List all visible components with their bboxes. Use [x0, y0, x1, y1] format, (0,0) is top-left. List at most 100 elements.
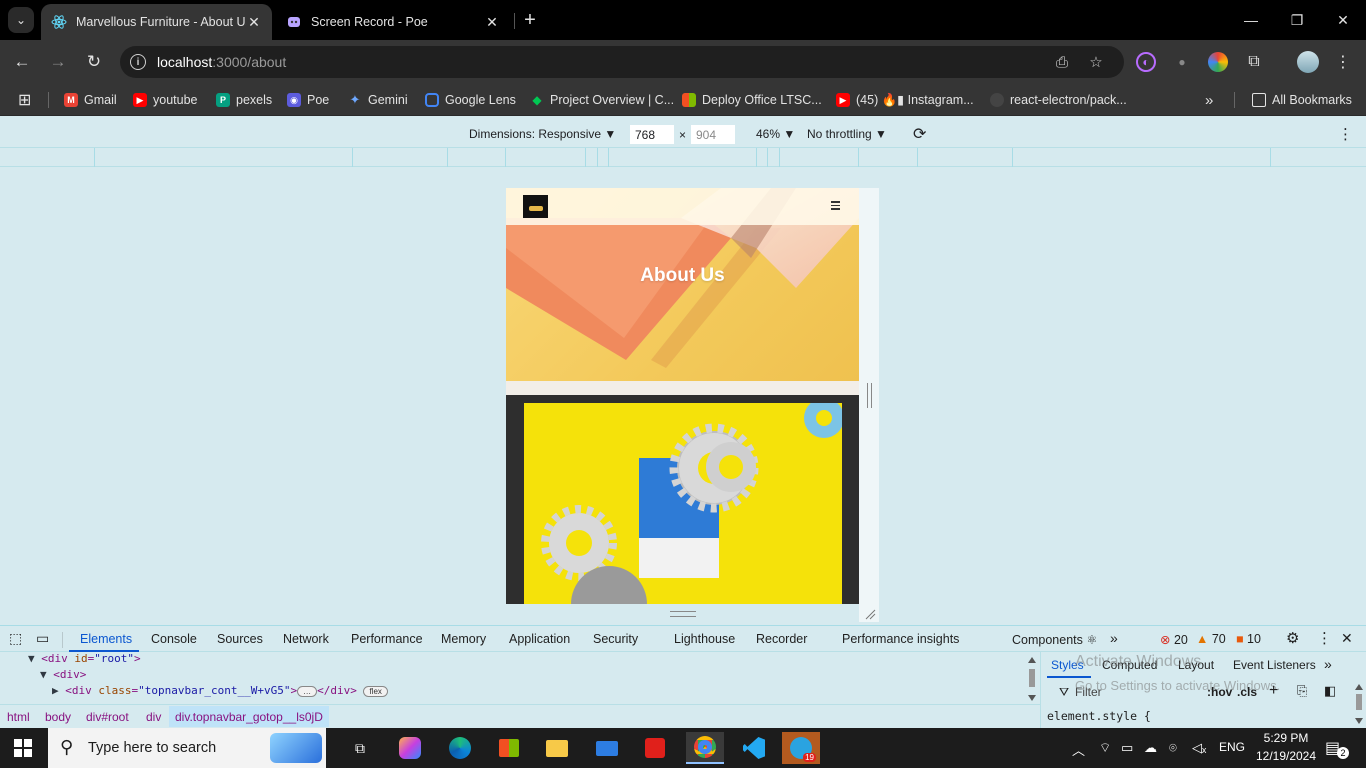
- site-info-icon[interactable]: i: [130, 54, 146, 70]
- emulated-viewport[interactable]: About Us: [506, 188, 859, 604]
- more-vertical-icon[interactable]: ⋮: [1338, 125, 1353, 143]
- device-toggle-icon[interactable]: ▭: [36, 630, 49, 647]
- tab-search-button[interactable]: ⌄: [8, 7, 34, 33]
- rotate-icon[interactable]: ⟳: [913, 124, 926, 144]
- add-rule-icon[interactable]: +: [1269, 682, 1278, 700]
- file-explorer-icon[interactable]: [538, 732, 576, 764]
- bookmark-poe[interactable]: ◉ Poe: [287, 92, 329, 108]
- hamburger-menu-icon[interactable]: [831, 201, 840, 210]
- close-devtools-icon[interactable]: ✕: [1341, 630, 1353, 647]
- tab-lighthouse[interactable]: Lighthouse: [674, 632, 735, 646]
- dimensions-dropdown[interactable]: Dimensions: Responsive ▼: [469, 127, 616, 141]
- tab-memory[interactable]: Memory: [441, 632, 486, 646]
- apps-grid-icon[interactable]: ⊞: [18, 92, 31, 109]
- puzzle-icon[interactable]: ⧉: [1244, 52, 1264, 72]
- bookmark-youtube[interactable]: ▶ youtube: [133, 92, 197, 108]
- more-vertical-icon[interactable]: ⋮: [1317, 629, 1332, 647]
- more-bookmarks-chevron-icon[interactable]: »: [1205, 92, 1213, 109]
- all-bookmarks[interactable]: All Bookmarks: [1252, 92, 1352, 108]
- bookmark-gemini[interactable]: ✦ Gemini: [348, 92, 408, 108]
- dom-node-div[interactable]: ▼ <div>: [40, 668, 86, 681]
- media-query-ruler[interactable]: [0, 148, 1366, 167]
- elements-scrollbar[interactable]: [1026, 655, 1038, 703]
- error-count-badge[interactable]: ⊗ 20: [1160, 632, 1188, 647]
- battery-icon[interactable]: ▭: [1121, 740, 1133, 756]
- tab-console[interactable]: Console: [151, 632, 197, 646]
- tab-elements[interactable]: Elements: [80, 632, 132, 646]
- extension-icon[interactable]: ◐: [1136, 52, 1156, 72]
- settings-gear-icon[interactable]: ⚙: [1286, 629, 1299, 647]
- tab-components[interactable]: Components ⚛: [1012, 632, 1098, 647]
- breadcrumb-div[interactable]: div: [146, 710, 161, 724]
- tab-application[interactable]: Application: [509, 632, 570, 646]
- inspect-element-icon[interactable]: ⬚: [9, 630, 22, 647]
- language-indicator[interactable]: ENG: [1219, 740, 1245, 754]
- more-subtabs-chevron-icon[interactable]: »: [1324, 656, 1332, 672]
- task-view-icon[interactable]: ⧉: [341, 732, 379, 764]
- bookmark-project-overview[interactable]: ◆ Project Overview | C...: [530, 92, 674, 108]
- viewport-width-input[interactable]: [630, 125, 674, 144]
- dom-node-topnavbar[interactable]: ▶ <div class="topnavbar_cont__W+vG5">… </…: [52, 684, 388, 697]
- network-icon[interactable]: ⌔: [1099, 740, 1111, 756]
- microsoft-store-icon[interactable]: [490, 732, 528, 764]
- new-tab-button[interactable]: +: [519, 8, 541, 32]
- bookmark-pexels[interactable]: Ppexels: [216, 92, 272, 108]
- tab-performance[interactable]: Performance: [351, 632, 423, 646]
- address-bar[interactable]: i localhost:3000/about ⎙ ☆: [120, 46, 1124, 78]
- telegram-icon[interactable]: 19: [782, 732, 820, 764]
- clock-time[interactable]: 5:29 PM: [1260, 731, 1312, 745]
- tab-sources[interactable]: Sources: [217, 632, 263, 646]
- breadcrumb-html[interactable]: html: [7, 710, 30, 724]
- flex-badge[interactable]: flex: [363, 685, 388, 697]
- show-hidden-icons-chevron-icon[interactable]: ︿: [1072, 740, 1085, 759]
- url-text[interactable]: localhost:3000/about: [157, 54, 286, 70]
- tab-security[interactable]: Security: [593, 632, 638, 646]
- taskbar-search-box[interactable]: ⚲ Type here to search: [48, 728, 326, 768]
- back-button[interactable]: ←: [10, 50, 34, 74]
- volume-muted-icon[interactable]: ◁ₓ: [1192, 740, 1206, 756]
- forward-button[interactable]: →: [46, 50, 70, 74]
- close-window-button[interactable]: ✕: [1331, 8, 1355, 32]
- bookmark-react-electron[interactable]: react-electron/pack...: [990, 92, 1127, 108]
- collapsed-children-pill[interactable]: …: [297, 685, 318, 697]
- more-tabs-chevron-icon[interactable]: »: [1110, 630, 1118, 646]
- install-app-icon[interactable]: ⎙: [1052, 52, 1072, 72]
- sidebar-toggle-icon[interactable]: ◧: [1324, 683, 1336, 699]
- bookmark-deploy-office[interactable]: Deploy Office LTSC...: [682, 92, 822, 108]
- mail-icon[interactable]: [588, 732, 626, 764]
- tab-performance-insights[interactable]: Performance insights: [842, 632, 959, 646]
- tab-screen-record-poe[interactable]: Screen Record - Poe ✕: [276, 4, 510, 40]
- breadcrumb-body[interactable]: body: [45, 710, 71, 724]
- issues-count-badge[interactable]: ■ 10: [1236, 632, 1261, 646]
- color-picker-extension-icon[interactable]: [1208, 52, 1228, 72]
- resize-corner-icon[interactable]: [864, 608, 876, 620]
- viewport-resize-handle-right[interactable]: [859, 188, 879, 622]
- chrome-taskbar-icon[interactable]: [686, 732, 724, 764]
- close-icon[interactable]: ✕: [484, 14, 500, 31]
- paint-brush-icon[interactable]: ⎘: [1297, 683, 1307, 699]
- vscode-icon[interactable]: [735, 732, 773, 764]
- extension-dot-icon[interactable]: ●: [1172, 52, 1192, 72]
- bookmark-google-lens[interactable]: Google Lens: [425, 92, 516, 108]
- windows-start-icon[interactable]: [14, 739, 32, 757]
- more-vertical-icon[interactable]: ⋮: [1333, 52, 1353, 72]
- bookmark-gmail[interactable]: M Gmail: [64, 92, 117, 108]
- clock-date[interactable]: 12/19/2024: [1254, 749, 1318, 763]
- hover-state-toggle[interactable]: :hov: [1207, 685, 1232, 699]
- breadcrumb-selected[interactable]: div.topnavbar_gotop__ls0jD: [169, 706, 329, 727]
- viewport-height-input[interactable]: [691, 125, 735, 144]
- location-icon[interactable]: ⌾: [1169, 740, 1177, 756]
- elements-tree[interactable]: ▼ <div id="root"> ▼ <div> ▶ <div class="…: [0, 652, 1040, 704]
- dom-node-root[interactable]: ▼ <div id="root">: [28, 652, 141, 665]
- viewport-resize-handle-bottom[interactable]: [670, 611, 696, 617]
- zoom-dropdown[interactable]: 46% ▼: [756, 127, 795, 141]
- tab-recorder[interactable]: Recorder: [756, 632, 807, 646]
- brand-logo[interactable]: [523, 195, 548, 218]
- element-style-rule[interactable]: element.style {: [1047, 709, 1151, 723]
- styles-scrollbar[interactable]: [1353, 682, 1365, 726]
- acrobat-icon[interactable]: [636, 732, 674, 764]
- breadcrumb-div-root[interactable]: div#root: [86, 710, 129, 724]
- close-icon[interactable]: ✕: [246, 14, 262, 31]
- tab-marvellous-furniture[interactable]: Marvellous Furniture - About Us ✕: [41, 4, 272, 40]
- throttling-dropdown[interactable]: No throttling ▼: [807, 127, 887, 141]
